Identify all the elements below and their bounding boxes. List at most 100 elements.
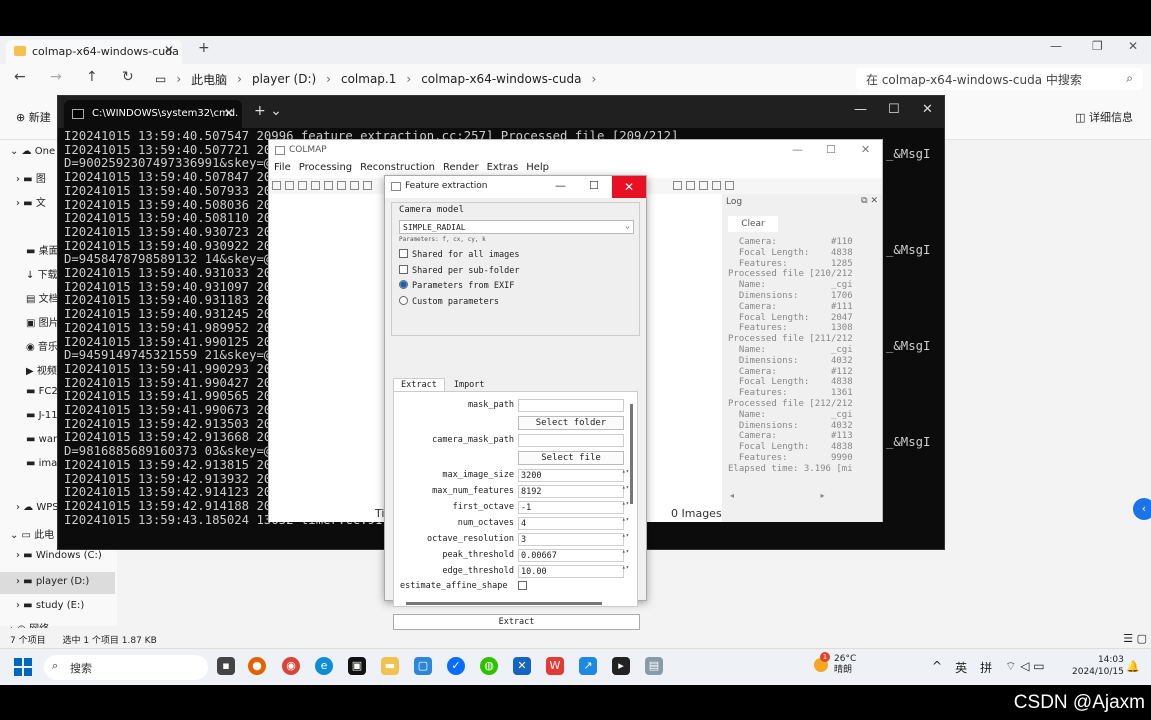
edge-sidebar-icon[interactable]: ‹ — [1133, 498, 1151, 520]
clock[interactable]: 14:03 2024/10/15 — [1072, 654, 1124, 678]
wps-icon[interactable]: W — [546, 657, 564, 675]
colmap-taskbar-icon[interactable]: ▤ — [645, 657, 663, 675]
edge-icon[interactable]: e — [315, 657, 333, 675]
up-icon[interactable]: ↑ — [86, 69, 98, 85]
sidebar-item[interactable]: ▬ 桌面 — [26, 242, 59, 262]
sidebar-item[interactable]: ▬ J-11 — [26, 410, 58, 430]
menu-file[interactable]: File — [274, 162, 291, 178]
toolbar-icon[interactable] — [712, 181, 721, 190]
details-button[interactable]: ◫ 详细信息 — [1075, 109, 1133, 125]
log-scrollbar[interactable]: ◂ ▸ — [730, 491, 825, 500]
new-tab-icon[interactable]: + ⌄ — [254, 103, 282, 119]
sidebar-item[interactable]: ◉ 音乐 — [26, 338, 58, 358]
sidebar-item[interactable]: › ▬ 图 — [16, 170, 46, 190]
explorer-icon[interactable]: ▬ — [381, 657, 399, 675]
params-exif-radio[interactable]: Parameters from EXIF — [399, 280, 514, 291]
tab-extract[interactable]: Extract — [393, 378, 445, 391]
sidebar-item[interactable]: ↓ 下载 — [26, 266, 58, 286]
menu-processing[interactable]: Processing — [299, 162, 352, 178]
pycharm-icon[interactable]: ▣ — [348, 657, 366, 675]
firefox-icon[interactable]: ● — [248, 657, 266, 675]
search-input[interactable]: 在 colmap-x64-windows-cuda 中搜索 ⌕ — [856, 68, 1143, 90]
clear-button[interactable]: Clear — [728, 216, 778, 232]
sidebar-item[interactable]: › ◎ 网络 — [10, 620, 49, 628]
toolbar-icon[interactable] — [699, 181, 708, 190]
bell-icon[interactable]: 🔔 — [1126, 660, 1140, 673]
app-icon[interactable]: ✓ — [447, 657, 465, 675]
maximize-icon[interactable]: ☐ — [888, 102, 900, 117]
spinner-icon[interactable]: ▴▾ — [622, 533, 629, 546]
toolbar-icon[interactable] — [686, 181, 695, 190]
shared-subfolder-checkbox[interactable]: Shared per sub-folder — [399, 265, 519, 276]
sidebar-item[interactable]: ▣ 图片 — [26, 314, 59, 334]
select-folder-button[interactable]: Select folder — [518, 416, 624, 430]
toolbar-icon[interactable] — [272, 181, 281, 190]
task-view-icon[interactable]: ▪ — [217, 657, 235, 675]
param-input[interactable]: 3 — [518, 533, 624, 546]
spinner-icon[interactable]: ▴▾ — [622, 549, 629, 562]
spinner-icon[interactable]: ▴▾ — [622, 565, 629, 578]
param-input[interactable]: -1 — [518, 501, 624, 514]
close-tab-icon[interactable]: ✕ — [224, 106, 234, 120]
app-icon[interactable]: ↗ — [579, 657, 597, 675]
toolbar-icon[interactable] — [285, 181, 294, 190]
param-input[interactable]: 8192 — [518, 485, 624, 498]
mask-path-input[interactable] — [518, 399, 624, 412]
param-input[interactable]: 4 — [518, 517, 624, 530]
toolbar-icon[interactable] — [337, 181, 346, 190]
sidebar-item[interactable]: ▶ 视频 — [26, 362, 57, 382]
param-input[interactable]: 0.00667 — [518, 549, 624, 562]
extract-button[interactable]: Extract — [393, 614, 640, 630]
sidebar-item[interactable]: ▬ war — [26, 434, 57, 454]
breadcrumb-item[interactable]: colmap-x64-windows-cuda — [421, 72, 581, 86]
sidebar-item[interactable]: ▬ FC2 — [26, 386, 58, 406]
wechat-icon[interactable]: ◍ — [480, 657, 498, 675]
refresh-icon[interactable]: ↻ — [122, 69, 134, 85]
back-icon[interactable]: ← — [14, 69, 26, 85]
param-input[interactable]: 10.00 — [518, 565, 624, 578]
taskbar-search[interactable]: ⌕ 搜索 — [44, 655, 208, 680]
spinner-icon[interactable]: ▴▾ — [622, 469, 629, 482]
start-icon[interactable] — [14, 658, 32, 676]
sidebar-item[interactable]: ▤ 文档 — [26, 290, 59, 310]
horizontal-scrollbar[interactable] — [406, 602, 602, 605]
maximize-icon[interactable]: ☐ — [826, 143, 836, 156]
breadcrumb-item[interactable]: colmap.1 — [341, 72, 396, 86]
ime-mode[interactable]: 拼 — [980, 659, 992, 676]
spinner-icon[interactable]: ▴▾ — [622, 485, 629, 498]
breadcrumb-item[interactable]: player (D:) — [252, 72, 316, 86]
toolbar-icon[interactable] — [363, 181, 372, 190]
sidebar-item[interactable]: ⌄ ☁ One — [10, 146, 55, 166]
sidebar-item[interactable]: › ▬ player (D:) — [0, 572, 115, 594]
close-window-icon[interactable]: ✕ — [1128, 39, 1138, 53]
close-icon[interactable]: ✕ — [612, 176, 646, 198]
toolbar-icon[interactable] — [298, 181, 307, 190]
app-icon[interactable]: ▢ — [414, 657, 432, 675]
view-toggle[interactable]: ☰ ▢ — [1123, 632, 1147, 645]
cmd-tab[interactable]: C:\WINDOWS\system32\cmd. ✕ — [64, 100, 242, 128]
vertical-scrollbar[interactable] — [630, 404, 633, 504]
new-button[interactable]: ⊕ 新建 — [16, 109, 51, 125]
close-tab-icon[interactable]: ✕ — [164, 43, 174, 57]
camera-mask-path-input[interactable] — [518, 434, 624, 447]
sidebar-item[interactable]: ⌄ ▭ 此电 — [10, 526, 54, 546]
toolbar-icon[interactable] — [324, 181, 333, 190]
select-file-button[interactable]: Select file — [518, 451, 624, 465]
sidebar-item[interactable]: › ☁ WPS — [16, 502, 59, 522]
tab-import[interactable]: Import — [447, 379, 492, 391]
chrome-icon[interactable]: ◉ — [282, 657, 300, 675]
chevron-up-icon[interactable]: ^ — [932, 659, 942, 676]
explorer-tab[interactable]: colmap-x64-windows-cuda ✕ — [6, 40, 182, 64]
ime-lang[interactable]: 英 — [955, 659, 967, 676]
app-icon[interactable]: ✕ — [513, 657, 531, 675]
wifi-icon[interactable]: ⌔ ◁ ▭ — [1005, 659, 1044, 676]
weather-widget[interactable]: 1 26°C 晴朗 — [814, 652, 856, 676]
minimize-icon[interactable]: — — [854, 102, 867, 117]
custom-params-radio[interactable]: Custom parameters — [399, 296, 499, 307]
dock-icons[interactable]: ⧉ ✕ — [861, 196, 878, 206]
close-icon[interactable]: ✕ — [922, 102, 933, 117]
terminal-icon[interactable]: ▸ — [612, 657, 630, 675]
shared-all-checkbox[interactable]: Shared for all images — [399, 249, 519, 260]
forward-icon[interactable]: → — [50, 69, 62, 85]
maximize-icon[interactable]: ❐ — [1092, 39, 1103, 53]
